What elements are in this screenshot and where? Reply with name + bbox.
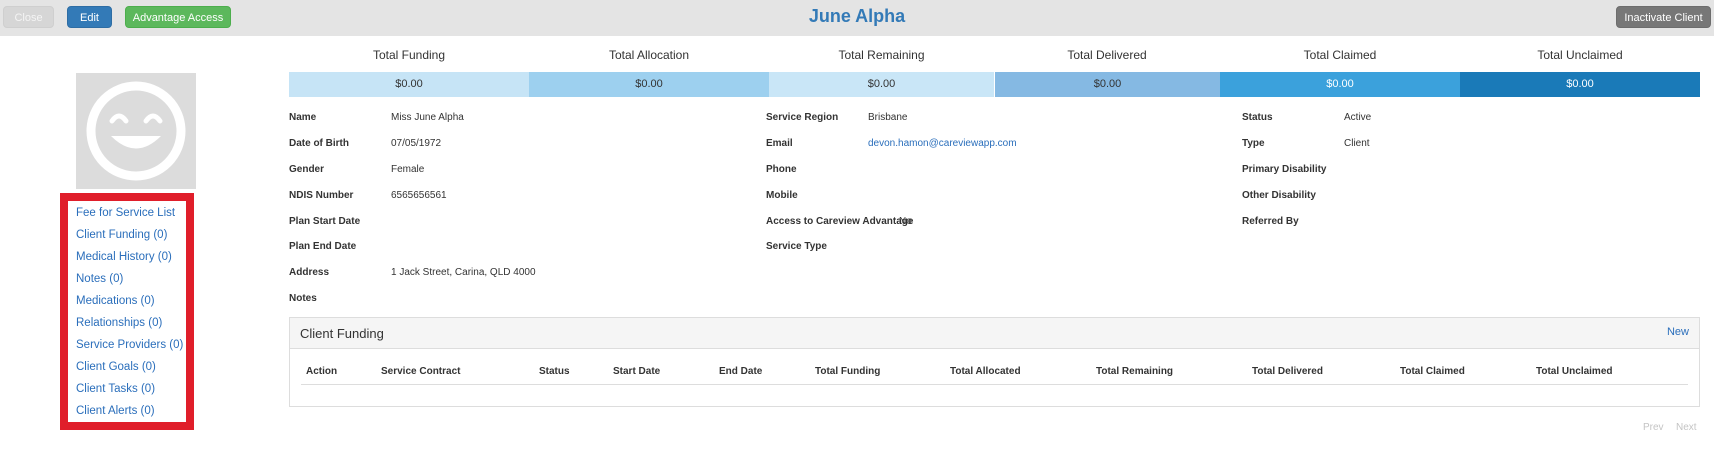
column-header-end-date[interactable]: End Date xyxy=(719,366,762,377)
column-header-start-date[interactable]: Start Date xyxy=(613,366,660,377)
new-funding-link[interactable]: New xyxy=(1667,326,1689,338)
inactivate-client-button[interactable]: Inactivate Client xyxy=(1616,6,1711,28)
next-page-button[interactable]: Next xyxy=(1676,422,1697,433)
sidebar-item-medical-history[interactable]: Medical History (0) xyxy=(68,246,186,268)
plan-end-date-label: Plan End Date xyxy=(289,241,357,252)
mobile-label: Mobile xyxy=(766,190,798,201)
column-header-total-unclaimed[interactable]: Total Unclaimed xyxy=(1536,366,1613,377)
sidebar-item-service-providers[interactable]: Service Providers (0) xyxy=(68,334,186,356)
service-region-label: Service Region xyxy=(766,112,839,123)
total-allocation-heading: Total Allocation xyxy=(608,48,690,62)
sidebar-item-client-tasks[interactable]: Client Tasks (0) xyxy=(68,378,186,400)
total-remaining-heading: Total Remaining xyxy=(838,48,925,62)
total-delivered-value: $0.00 xyxy=(995,72,1220,97)
plan-start-date-label: Plan Start Date xyxy=(289,216,361,227)
sidebar-item-fee-for-service[interactable]: Fee for Service List xyxy=(68,202,186,224)
primary-disability-label: Primary Disability xyxy=(1242,164,1327,175)
column-header-total-delivered[interactable]: Total Delivered xyxy=(1252,366,1323,377)
ndis-number-value: 6565656561 xyxy=(391,190,447,201)
total-remaining-value: $0.00 xyxy=(769,72,994,97)
sidebar-item-notes[interactable]: Notes (0) xyxy=(68,268,186,290)
column-header-total-remaining[interactable]: Total Remaining xyxy=(1096,366,1173,377)
panel-title: Client Funding xyxy=(300,326,384,341)
client-side-menu: Fee for Service List Client Funding (0) … xyxy=(60,193,194,430)
column-header-status[interactable]: Status xyxy=(539,366,570,377)
sidebar-item-client-goals[interactable]: Client Goals (0) xyxy=(68,356,186,378)
sidebar-item-relationships[interactable]: Relationships (0) xyxy=(68,312,186,334)
address-label: Address xyxy=(289,267,330,278)
careview-advantage-label: Access to Careview Advantage xyxy=(766,216,914,227)
type-label: Type xyxy=(1242,138,1265,149)
panel-header: Client Funding New xyxy=(290,318,1699,349)
careview-advantage-value: No xyxy=(899,216,912,227)
service-type-label: Service Type xyxy=(766,241,827,252)
status-label: Status xyxy=(1242,112,1273,123)
total-funding-value: $0.00 xyxy=(289,72,529,97)
column-header-total-allocated[interactable]: Total Allocated xyxy=(950,366,1021,377)
total-claimed-heading: Total Claimed xyxy=(1303,48,1377,62)
phone-label: Phone xyxy=(766,164,797,175)
smiley-face-icon xyxy=(86,81,186,181)
ndis-number-label: NDIS Number xyxy=(289,190,354,201)
total-unclaimed-heading: Total Unclaimed xyxy=(1537,48,1623,62)
sidebar-item-medications[interactable]: Medications (0) xyxy=(68,290,186,312)
type-value: Client xyxy=(1344,138,1370,149)
total-claimed-value: $0.00 xyxy=(1220,72,1460,97)
avatar xyxy=(76,73,196,189)
column-header-action[interactable]: Action xyxy=(306,366,337,377)
total-allocation-value: $0.00 xyxy=(529,72,769,97)
total-unclaimed-value: $0.00 xyxy=(1460,72,1700,97)
column-header-total-funding[interactable]: Total Funding xyxy=(815,366,880,377)
dob-label: Date of Birth xyxy=(289,138,349,149)
header-divider xyxy=(301,384,1688,385)
email-label: Email xyxy=(766,138,793,149)
prev-page-button[interactable]: Prev xyxy=(1643,422,1664,433)
column-header-service-contract[interactable]: Service Contract xyxy=(381,366,460,377)
email-link[interactable]: devon.hamon@careviewapp.com xyxy=(868,138,1017,149)
referred-by-label: Referred By xyxy=(1242,216,1299,227)
service-region-value: Brisbane xyxy=(868,112,908,123)
name-label: Name xyxy=(289,112,317,123)
address-value: 1 Jack Street, Carina, QLD 4000 xyxy=(391,267,536,278)
notes-label: Notes xyxy=(289,293,317,304)
sidebar-item-client-funding[interactable]: Client Funding (0) xyxy=(68,224,186,246)
sidebar-item-client-alerts[interactable]: Client Alerts (0) xyxy=(68,400,186,422)
gender-label: Gender xyxy=(289,164,325,175)
other-disability-label: Other Disability xyxy=(1242,190,1316,201)
total-funding-heading: Total Funding xyxy=(372,48,446,62)
client-funding-panel: Client Funding New Action Service Contra… xyxy=(289,317,1700,407)
top-toolbar: Close Edit Advantage Access June Alpha I… xyxy=(0,0,1714,36)
total-delivered-heading: Total Delivered xyxy=(1067,48,1147,62)
status-value: Active xyxy=(1344,112,1372,123)
page-title: June Alpha xyxy=(808,6,906,26)
column-header-total-claimed[interactable]: Total Claimed xyxy=(1400,366,1465,377)
name-value: Miss June Alpha xyxy=(391,112,464,123)
gender-value: Female xyxy=(391,164,425,175)
dob-value: 07/05/1972 xyxy=(391,138,442,149)
